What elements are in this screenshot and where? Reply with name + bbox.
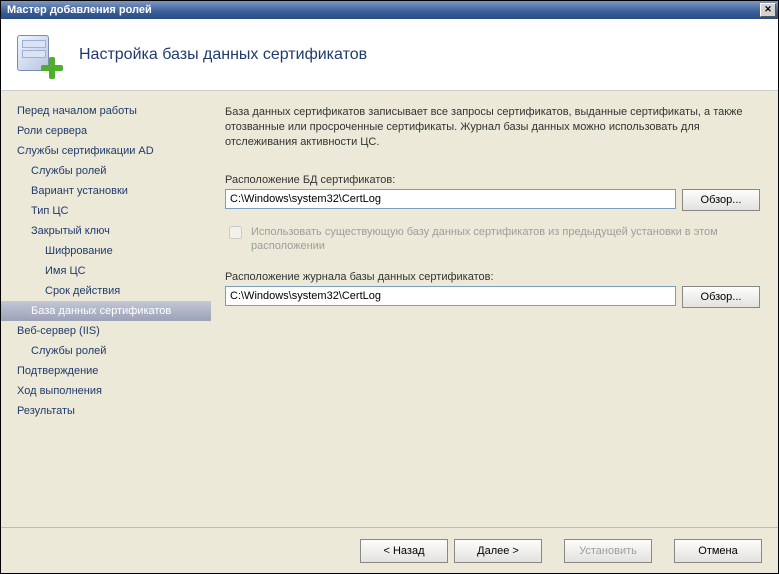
wizard-step-1[interactable]: Роли сервера (1, 121, 211, 141)
wizard-step-11[interactable]: Веб-сервер (IIS) (1, 321, 211, 341)
reuse-db-label: Использовать существующую базу данных се… (251, 225, 760, 254)
wizard-step-6[interactable]: Закрытый ключ (1, 221, 211, 241)
wizard-step-4[interactable]: Вариант установки (1, 181, 211, 201)
log-location-row: Обзор... (225, 286, 760, 308)
log-location-label: Расположение журнала базы данных сертифи… (225, 271, 760, 283)
browse-db-button[interactable]: Обзор... (682, 189, 760, 211)
install-button: Установить (564, 539, 652, 563)
wizard-step-12[interactable]: Службы ролей (1, 341, 211, 361)
wizard-step-15[interactable]: Результаты (1, 401, 211, 421)
reuse-db-checkbox (229, 226, 242, 239)
wizard-step-13[interactable]: Подтверждение (1, 361, 211, 381)
wizard-icon (15, 31, 63, 79)
browse-log-button[interactable]: Обзор... (682, 286, 760, 308)
wizard-steps-sidebar: Перед началом работыРоли сервераСлужбы с… (1, 91, 211, 527)
next-button[interactable]: Далее > (454, 539, 542, 563)
titlebar: Мастер добавления ролей ✕ (1, 1, 778, 19)
header: Настройка базы данных сертификатов (1, 19, 778, 91)
description-text: База данных сертификатов записывает все … (225, 105, 760, 150)
db-location-label: Расположение БД сертификатов: (225, 174, 760, 186)
content-panel: База данных сертификатов записывает все … (211, 91, 778, 527)
wizard-step-7[interactable]: Шифрование (1, 241, 211, 261)
wizard-step-14[interactable]: Ход выполнения (1, 381, 211, 401)
page-title: Настройка базы данных сертификатов (79, 46, 367, 64)
reuse-db-row: Использовать существующую базу данных се… (225, 225, 760, 254)
wizard-step-0[interactable]: Перед началом работы (1, 101, 211, 121)
cancel-button[interactable]: Отмена (674, 539, 762, 563)
footer: < Назад Далее > Установить Отмена (1, 527, 778, 573)
db-location-input[interactable] (225, 189, 676, 209)
wizard-step-5[interactable]: Тип ЦС (1, 201, 211, 221)
wizard-step-8[interactable]: Имя ЦС (1, 261, 211, 281)
close-button[interactable]: ✕ (760, 3, 776, 17)
wizard-step-10[interactable]: База данных сертификатов (1, 301, 211, 321)
window-title: Мастер добавления ролей (7, 4, 760, 16)
db-location-row: Обзор... (225, 189, 760, 211)
wizard-step-3[interactable]: Службы ролей (1, 161, 211, 181)
wizard-step-2[interactable]: Службы сертификации AD (1, 141, 211, 161)
back-button[interactable]: < Назад (360, 539, 448, 563)
wizard-window: Мастер добавления ролей ✕ Настройка базы… (0, 0, 779, 574)
wizard-step-9[interactable]: Срок действия (1, 281, 211, 301)
body: Перед началом работыРоли сервераСлужбы с… (1, 91, 778, 527)
log-location-input[interactable] (225, 286, 676, 306)
